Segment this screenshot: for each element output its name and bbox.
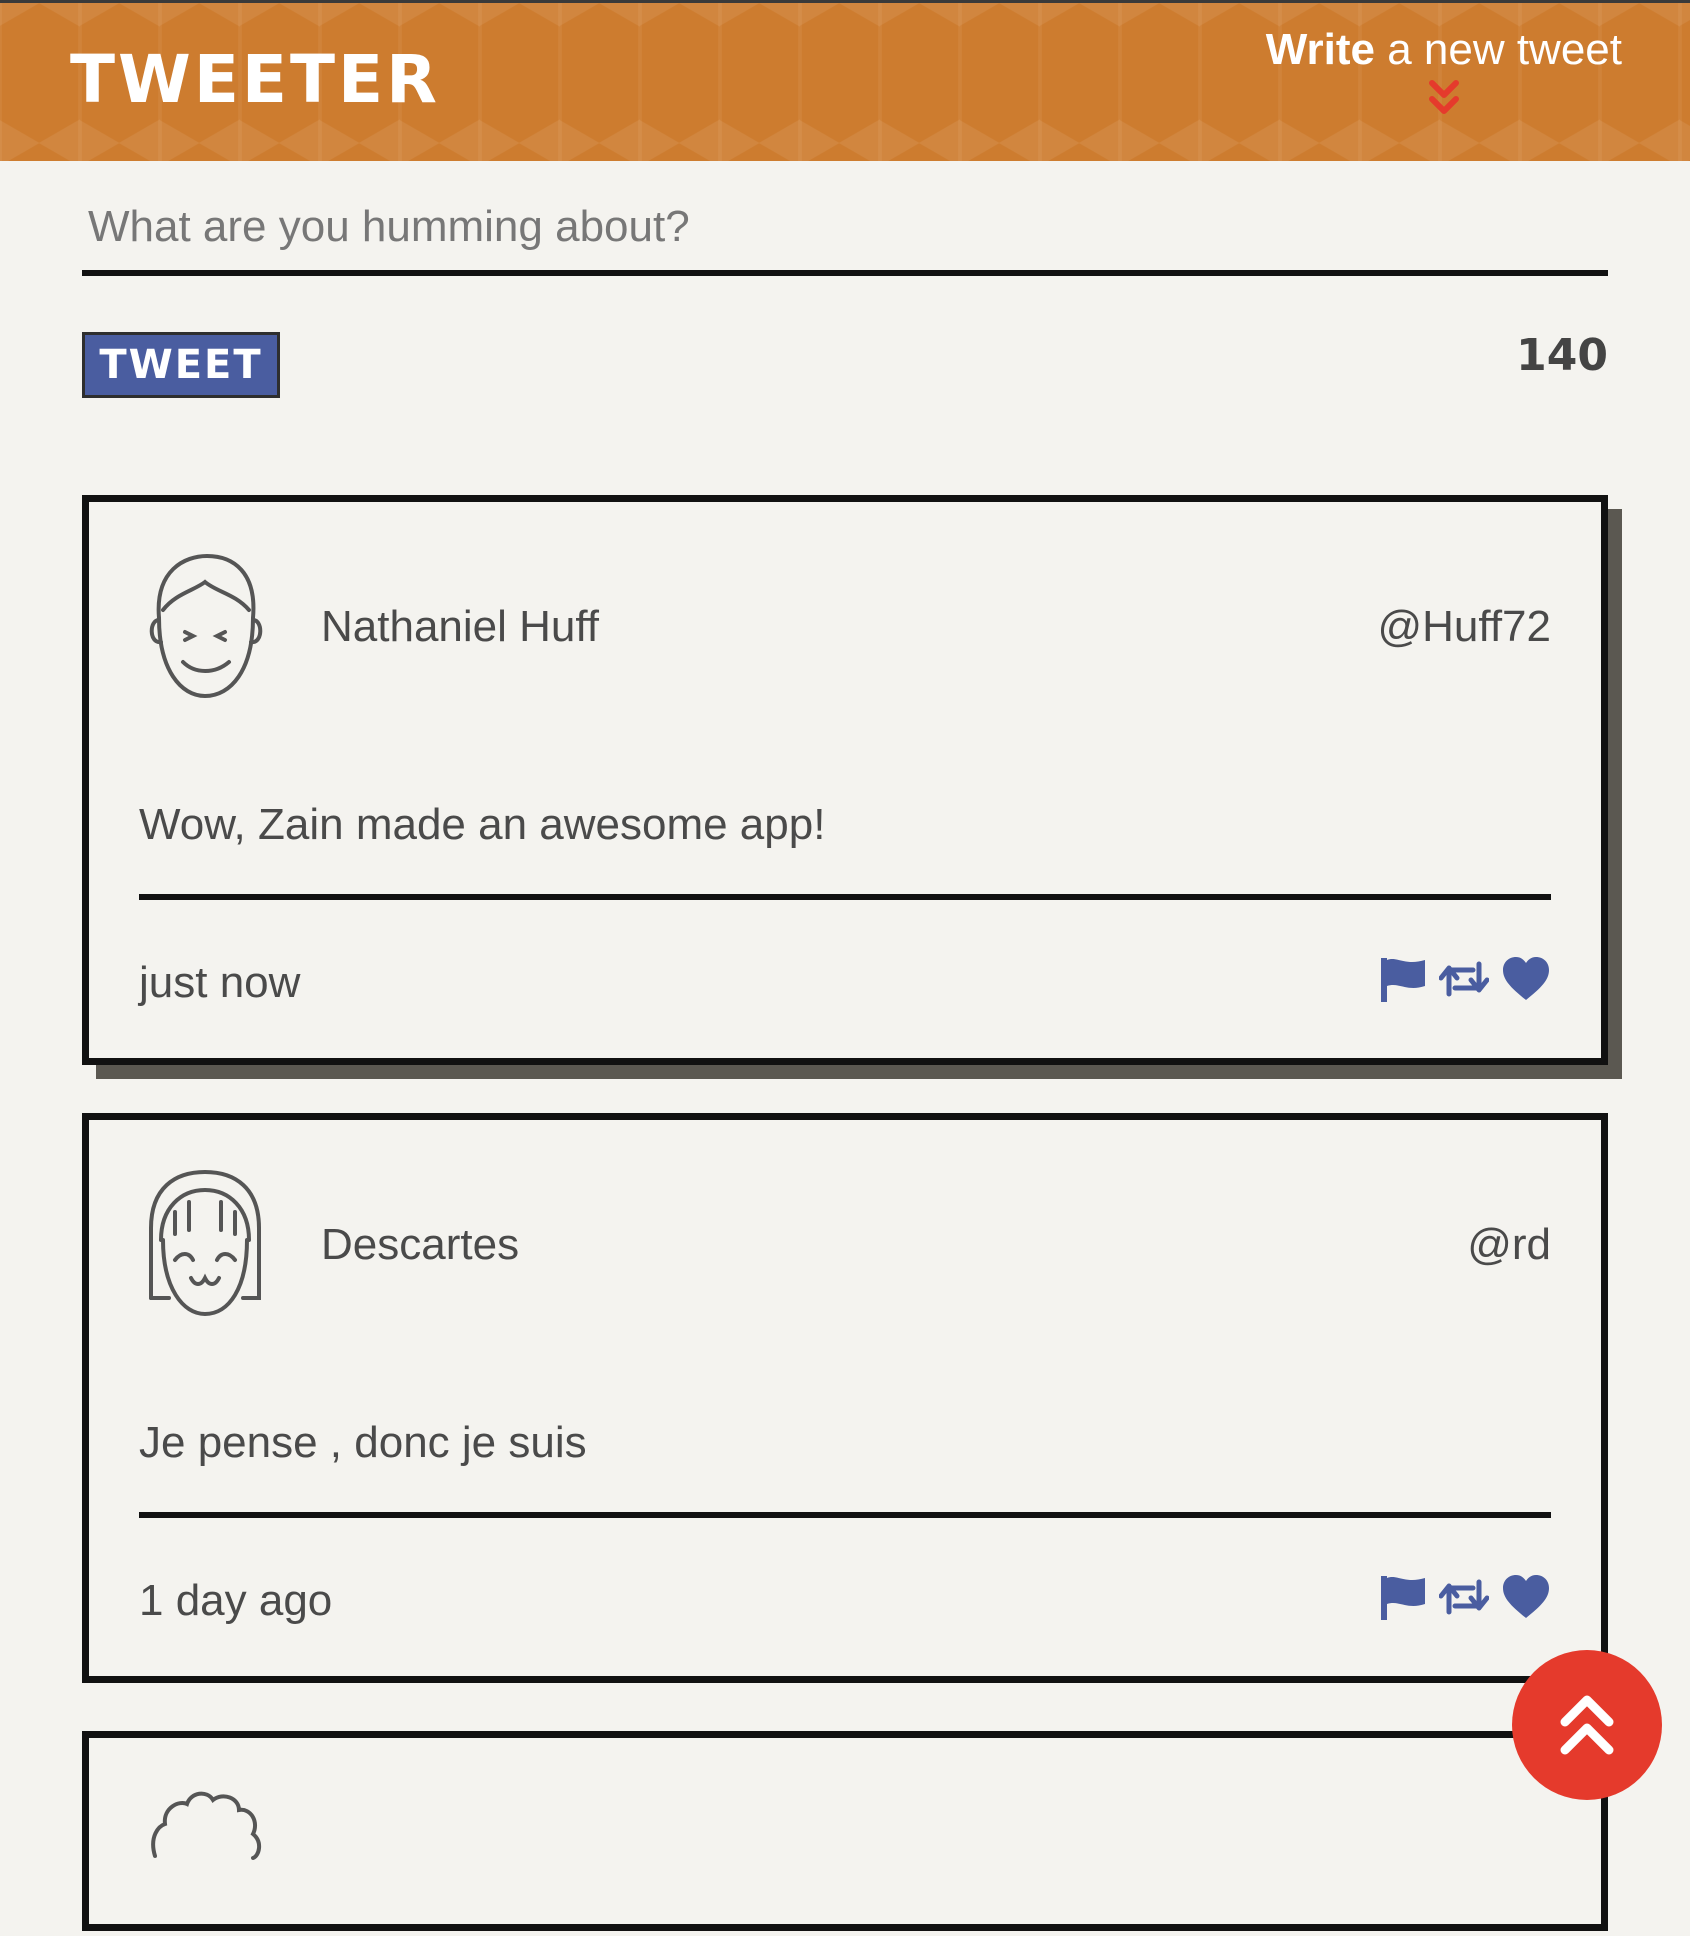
tweet-timestamp: 1 day ago [139, 1576, 333, 1625]
compose-link-strong: Write [1265, 25, 1375, 74]
character-counter: 140 [1516, 330, 1608, 381]
tweet-timestamp: just now [139, 958, 301, 1007]
flag-icon[interactable] [1377, 954, 1427, 1004]
double-chevron-down-icon [1428, 80, 1459, 114]
brand-logo: Tweeter [70, 41, 440, 118]
tweet-card: Nathaniel Huff @Huff72 Wow, Zain made an… [82, 495, 1608, 1065]
write-new-tweet-toggle[interactable]: Write a new tweet [1266, 25, 1622, 123]
tweet-author-name: Nathaniel Huff [321, 602, 600, 651]
heart-icon[interactable] [1501, 954, 1551, 1004]
curly-hair-avatar-icon [151, 1791, 261, 1860]
tweet-author-handle: @Huff72 [1377, 602, 1551, 651]
male-face-avatar-icon [149, 553, 263, 699]
scroll-to-top-button[interactable] [1512, 1650, 1662, 1800]
tweet-submit-button[interactable]: Tweet [82, 332, 280, 398]
tweet-author-handle: @rd [1467, 1220, 1551, 1269]
double-chevron-up-icon [1560, 1695, 1614, 1755]
tweet-author-name: Descartes [321, 1220, 520, 1269]
tweet-divider [139, 894, 1551, 900]
tweet-card [82, 1731, 1608, 1931]
flag-icon[interactable] [1377, 1572, 1427, 1622]
tweet-content: Wow, Zain made an awesome app! [139, 800, 826, 849]
tweet-composer [82, 190, 1608, 276]
tweet-card: Descartes @rd Je pense , donc je suis 1 … [82, 1113, 1608, 1683]
tweet-content: Je pense , donc je suis [139, 1418, 587, 1467]
retweet-icon[interactable] [1438, 954, 1490, 1004]
female-face-avatar-icon [149, 1169, 261, 1317]
tweet-divider [139, 1512, 1551, 1518]
tweet-actions [1377, 954, 1551, 1004]
heart-icon[interactable] [1501, 1572, 1551, 1622]
compose-link-text: a new tweet [1374, 25, 1622, 74]
top-navigation-bar: Tweeter Write a new tweet [0, 0, 1690, 161]
retweet-icon[interactable] [1438, 1572, 1490, 1622]
tweet-text-input[interactable] [82, 190, 1608, 276]
tweet-actions [1377, 1572, 1551, 1622]
